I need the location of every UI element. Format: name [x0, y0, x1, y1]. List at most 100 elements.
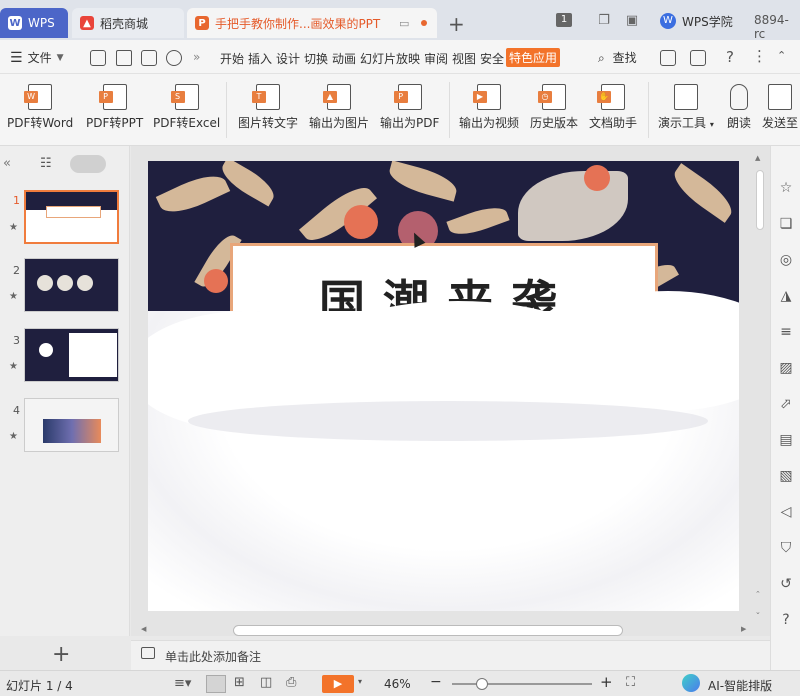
thumbnail-view-icon[interactable]	[70, 155, 106, 173]
tab-insert[interactable]: 插入	[248, 50, 272, 67]
collapse-panel-icon[interactable]: «	[3, 156, 11, 171]
star-outline-icon[interactable]: ☆	[778, 180, 794, 196]
zoom-slider[interactable]	[452, 678, 592, 690]
export-video-button[interactable]: ▶ 输出为视频	[459, 84, 519, 131]
notes-toggle-icon[interactable]: ≡▾	[174, 676, 191, 691]
outline-view-icon[interactable]: ☷	[40, 156, 52, 171]
history-versions-button[interactable]: ◷ 历史版本	[530, 84, 578, 131]
read-aloud-button[interactable]: 朗读	[727, 84, 751, 131]
ai-layout-icon[interactable]	[682, 674, 700, 692]
tab-transition[interactable]: 切换	[304, 50, 328, 67]
ribbon-label: 输出为图片	[309, 116, 370, 130]
copy-icon[interactable]: ❐	[596, 13, 612, 29]
export-icon[interactable]	[116, 50, 132, 66]
slide-thumbnail-1[interactable]	[24, 190, 119, 244]
layout-icon[interactable]: ▣	[624, 13, 640, 29]
collapse-ribbon-icon[interactable]: ⌃	[777, 49, 786, 62]
tab-current-document[interactable]: P 手把手教你制作...画效果的PPT ▭	[187, 8, 437, 38]
slide-thumbnail-2[interactable]	[24, 258, 119, 312]
scroll-thumb[interactable]	[756, 170, 764, 230]
tab-special-apps[interactable]: 特色应用	[506, 48, 561, 67]
play-slideshow-button[interactable]: ▶	[322, 675, 354, 693]
tab-home[interactable]: 开始	[220, 50, 244, 67]
export-image-button[interactable]: ▲ 输出为图片	[309, 84, 369, 131]
tab-animation[interactable]: 动画	[332, 50, 356, 67]
slide-1[interactable]: 国潮来袭	[148, 161, 739, 611]
camera-icon[interactable]: ⎙	[286, 675, 296, 690]
scroll-thumb[interactable]	[233, 625, 623, 636]
wps-academy-link[interactable]: W WPS学院	[660, 12, 733, 30]
print-preview-icon[interactable]	[166, 50, 182, 66]
audio-icon[interactable]: ◁	[778, 504, 794, 520]
image-icon[interactable]: ▧	[778, 468, 794, 484]
zoom-in-button[interactable]: +	[600, 673, 613, 691]
normal-view-icon[interactable]	[206, 675, 226, 693]
zoom-level[interactable]: 46%	[384, 677, 411, 691]
horizontal-scrollbar[interactable]: ◀ ▶	[141, 624, 751, 636]
notes-bar[interactable]: 单击此处添加备注	[131, 640, 770, 670]
pdf-to-excel-button[interactable]: S PDF转Excel	[153, 84, 220, 131]
new-tab-button[interactable]: +	[448, 12, 465, 36]
tab-security[interactable]: 安全	[480, 50, 504, 67]
fit-window-icon[interactable]: ⛶	[626, 675, 635, 690]
tab-docer-store[interactable]: ▲ 稻壳商城	[72, 8, 184, 38]
vertical-scrollbar[interactable]: ▲ ⌃ ⌄	[755, 154, 765, 621]
slide-canvas[interactable]: 国潮来袭 ▲ ⌃ ⌄ ◀ ▶	[131, 146, 770, 636]
notes-placeholder[interactable]: 单击此处添加备注	[165, 648, 261, 665]
tab-design[interactable]: 设计	[276, 50, 300, 67]
adjust-icon[interactable]: ≡	[778, 324, 794, 340]
archive-icon[interactable]: ▤	[778, 432, 794, 448]
tab-review[interactable]: 审阅	[424, 50, 448, 67]
slide-counter: 幻灯片 1 / 4	[6, 679, 73, 693]
pdf-to-ppt-button[interactable]: P PDF转PPT	[86, 84, 143, 131]
scroll-up-icon[interactable]: ▲	[755, 154, 760, 162]
help-circle-icon[interactable]: ?	[778, 612, 794, 628]
doc-assistant-button[interactable]: ✋ 文档助手	[589, 84, 637, 131]
tab-wps-home[interactable]: W WPS	[0, 8, 68, 38]
template-icon[interactable]: ❏	[778, 216, 794, 232]
file-menu[interactable]: ☰ 文件 ▼	[10, 49, 64, 66]
print-icon[interactable]	[141, 50, 157, 66]
send-to-icon	[768, 84, 792, 110]
history-icon[interactable]: ↺	[778, 576, 794, 592]
ribbon-label: 朗读	[727, 116, 752, 130]
shapes-icon[interactable]: ◎	[778, 252, 794, 268]
magic-icon[interactable]: ▨	[778, 360, 794, 376]
chevron-down-icon[interactable]: ▾	[358, 677, 362, 686]
share-icon[interactable]	[660, 50, 676, 66]
image-to-text-button[interactable]: T 图片转文字	[238, 84, 298, 131]
collab-icon[interactable]	[690, 50, 706, 66]
page-up-icon[interactable]: ⌃	[755, 590, 761, 598]
fill-icon[interactable]: ◮	[778, 288, 794, 304]
tab-view[interactable]: 视图	[452, 50, 476, 67]
save-icon[interactable]	[90, 50, 106, 66]
zoom-slider-handle[interactable]	[476, 678, 488, 690]
scroll-left-icon[interactable]: ◀	[141, 625, 146, 633]
help-icon[interactable]: ?	[726, 48, 734, 66]
search-command[interactable]: ⌕ 查找	[598, 49, 637, 66]
slide-thumbnail-4[interactable]	[24, 398, 119, 452]
sorter-view-icon[interactable]: ⊞	[234, 675, 245, 690]
presentation-tools-button[interactable]: 演示工具 ▾	[658, 84, 714, 131]
tab-slideshow[interactable]: 幻灯片放映	[360, 50, 420, 67]
slide-thumbnail-3[interactable]	[24, 328, 119, 382]
ribbon-label: 文档助手	[589, 116, 638, 130]
more-options-icon[interactable]: ⋮	[752, 47, 767, 65]
send-to-button[interactable]: 发送至	[762, 84, 798, 131]
ribbon-label: 输出为视频	[459, 116, 520, 130]
ai-layout-button[interactable]: AI-智能排版	[708, 677, 772, 694]
share-out-icon[interactable]: ⬀	[778, 396, 794, 412]
shield-icon[interactable]: ⛉	[778, 540, 794, 556]
scroll-right-icon[interactable]: ▶	[741, 625, 746, 633]
add-slide-button[interactable]: +	[52, 642, 70, 667]
ribbon-divider	[449, 82, 450, 138]
user-account[interactable]: 8894-rc	[754, 13, 800, 41]
more-icon[interactable]: »	[193, 50, 200, 64]
reading-view-icon[interactable]: ◫	[260, 675, 272, 690]
page-down-icon[interactable]: ⌄	[755, 608, 761, 616]
screen-icon[interactable]: ▭	[399, 17, 409, 30]
window-count-badge[interactable]: 1	[556, 13, 572, 27]
export-pdf-button[interactable]: P 输出为PDF	[380, 84, 439, 131]
zoom-out-button[interactable]: −	[430, 674, 442, 690]
pdf-to-word-button[interactable]: W PDF转Word	[7, 84, 73, 131]
